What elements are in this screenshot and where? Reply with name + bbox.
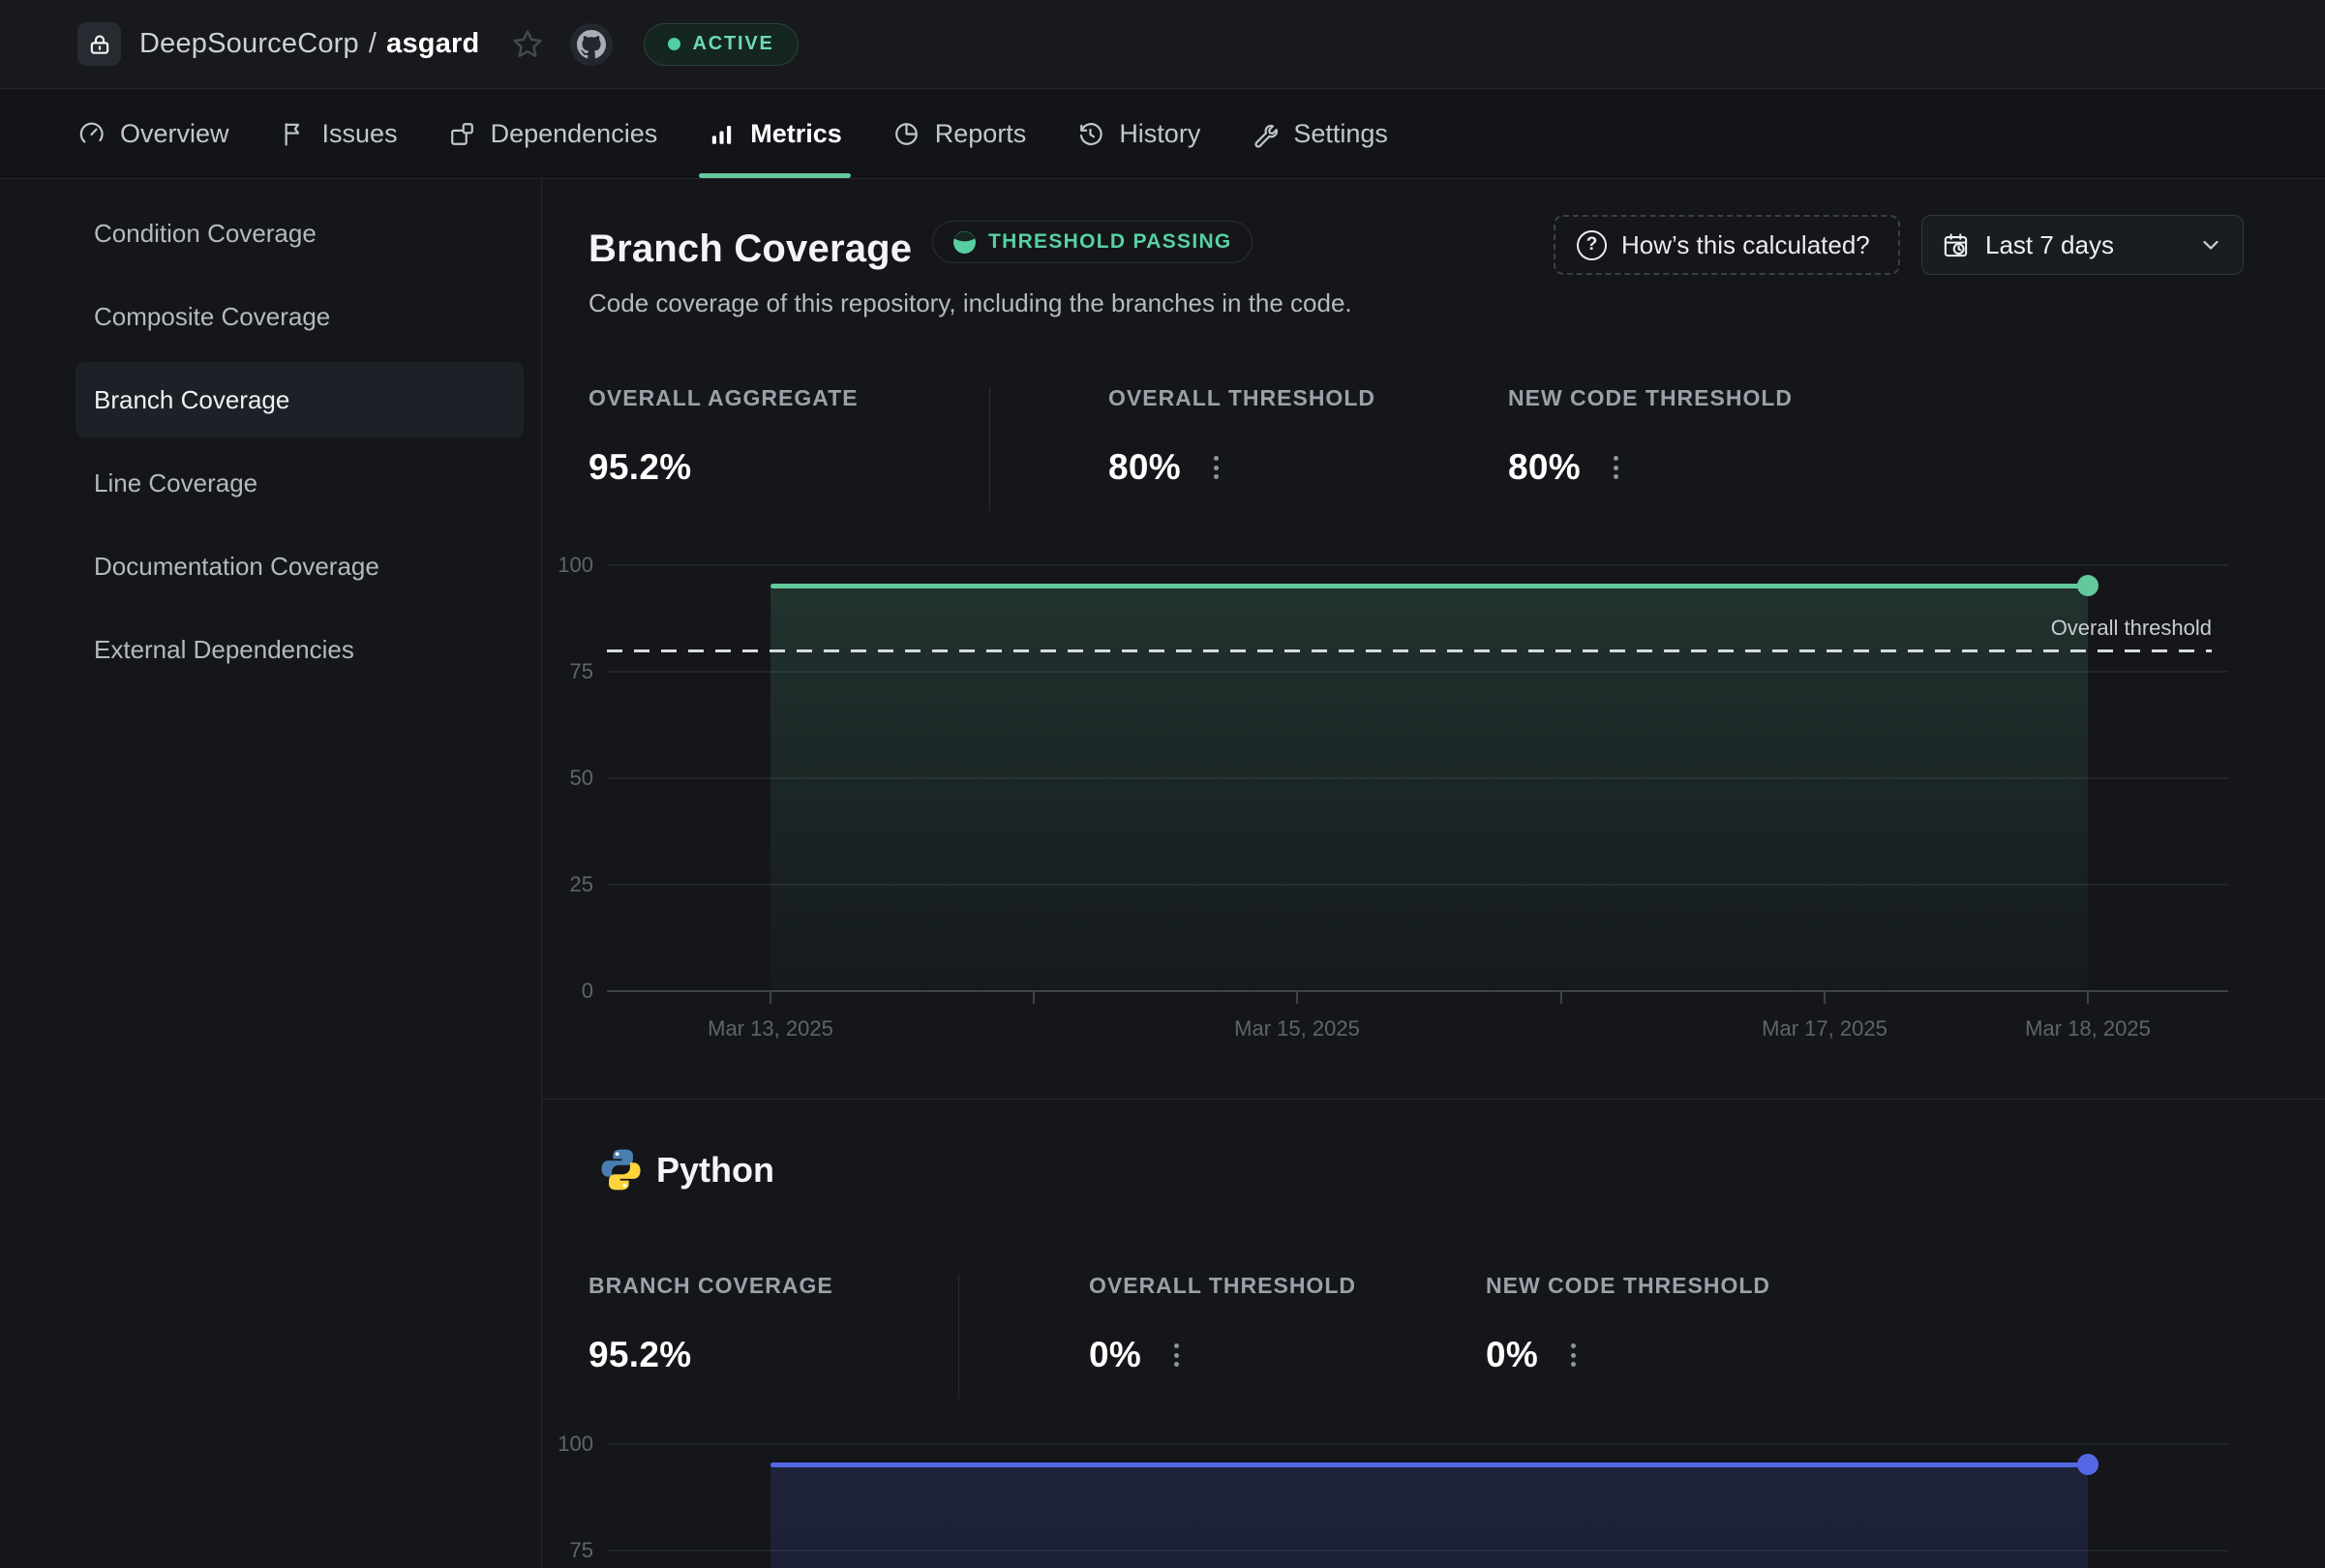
tab-label: Overview [120, 118, 229, 148]
stat-new-code-threshold: NEW CODE THRESHOLD 80% [1508, 385, 1793, 487]
stat-value: 0% [1089, 1335, 1142, 1374]
overall-threshold-menu-button[interactable] [1208, 450, 1224, 485]
github-icon [577, 29, 607, 58]
bar-chart-icon [712, 125, 732, 144]
sidebar-item-documentation-coverage[interactable]: Documentation Coverage [75, 528, 524, 604]
repo-breadcrumb: DeepSourceCorp / asgard [139, 28, 479, 60]
tab-label: History [1119, 118, 1201, 148]
gauge-level-icon [953, 230, 976, 254]
stat-value: 95.2% [589, 1335, 692, 1374]
lock-icon [90, 34, 108, 54]
tab-label: Metrics [750, 118, 842, 148]
python-new-code-threshold-menu-button[interactable] [1565, 1338, 1582, 1372]
tab-reports[interactable]: Reports [892, 89, 1027, 178]
packages-icon [450, 122, 473, 145]
python-overall-threshold-menu-button[interactable] [1168, 1338, 1185, 1372]
sidebar-item-label: Branch Coverage [94, 384, 290, 414]
tab-history[interactable]: History [1076, 89, 1200, 178]
stat-overall-aggregate: OVERALL AGGREGATE 95.2% [589, 385, 859, 487]
breadcrumb-separator: / [368, 28, 377, 59]
sidebar-item-composite-coverage[interactable]: Composite Coverage [75, 279, 524, 354]
stat-label: OVERALL THRESHOLD [1108, 385, 1375, 410]
stat-python-branch-coverage: BRANCH COVERAGE 95.2% [589, 1273, 833, 1374]
tab-label: Reports [934, 118, 1027, 148]
stat-label: NEW CODE THRESHOLD [1486, 1273, 1770, 1298]
star-repo-button[interactable] [510, 27, 545, 62]
date-range-dropdown[interactable]: Last 7 days [1921, 215, 2244, 275]
wrench-icon [1254, 124, 1279, 148]
tab-metrics[interactable]: Metrics [699, 89, 851, 178]
github-link-button[interactable] [570, 22, 614, 66]
chevron-down-icon [2203, 240, 2219, 250]
sidebar-item-label: Documentation Coverage [94, 551, 379, 581]
status-dot-icon [668, 38, 681, 50]
stat-overall-threshold: OVERALL THRESHOLD 80% [1108, 385, 1375, 487]
sidebar-item-label: Composite Coverage [94, 301, 331, 331]
stat-label: NEW CODE THRESHOLD [1508, 385, 1793, 410]
sidebar-item-label: External Dependencies [94, 634, 354, 664]
repo-header: DeepSourceCorp / asgard ACTIVE [0, 0, 2325, 89]
sidebar-item-external-dependencies[interactable]: External Dependencies [75, 612, 524, 687]
date-range-label: Last 7 days [1985, 229, 2114, 259]
language-section-title: Python [656, 1150, 774, 1190]
main-content: Branch Coverage THRESHOLD PASSING ? How’… [542, 179, 2325, 1568]
pie-chart-icon [894, 122, 918, 145]
flag-icon [285, 122, 299, 145]
threshold-status-badge: THRESHOLD PASSING [932, 221, 1253, 263]
tab-settings[interactable]: Settings [1251, 89, 1388, 178]
section-divider [542, 1099, 2325, 1100]
stat-divider [989, 387, 990, 511]
sidebar-item-label: Condition Coverage [94, 218, 317, 248]
stat-python-overall-threshold: OVERALL THRESHOLD 0% [1089, 1273, 1356, 1374]
repo-nav-tabs: Overview Issues Dependencies Metrics Rep… [0, 89, 2325, 179]
sidebar-item-label: Line Coverage [94, 467, 258, 498]
org-name: DeepSourceCorp [139, 28, 359, 59]
stat-divider [958, 1275, 959, 1399]
status-badge-label: ACTIVE [692, 33, 774, 54]
help-button-label: How’s this calculated? [1621, 229, 1870, 259]
python-logo [601, 1149, 641, 1191]
repo-status-badge: ACTIVE [644, 22, 799, 66]
sidebar-item-branch-coverage[interactable]: Branch Coverage [75, 362, 524, 437]
tab-issues[interactable]: Issues [280, 89, 398, 178]
deepsource-metrics-page: DeepSourceCorp / asgard ACTIVE Overview [0, 0, 2325, 1568]
stat-value: 80% [1108, 447, 1181, 487]
tab-dependencies[interactable]: Dependencies [448, 89, 658, 178]
sidebar-item-condition-coverage[interactable]: Condition Coverage [75, 196, 524, 271]
how-calculated-button[interactable]: ? How’s this calculated? [1554, 215, 1900, 275]
question-circle-icon: ? [1577, 229, 1607, 260]
stat-label: BRANCH COVERAGE [589, 1273, 833, 1298]
tab-label: Issues [321, 118, 398, 148]
tab-label: Settings [1293, 118, 1388, 148]
threshold-status-label: THRESHOLD PASSING [988, 230, 1232, 253]
repo-name: asgard [386, 28, 480, 59]
metric-description: Code coverage of this repository, includ… [589, 288, 1352, 317]
stat-label: OVERALL AGGREGATE [589, 385, 859, 410]
stat-label: OVERALL THRESHOLD [1089, 1273, 1356, 1298]
private-repo-lock-chip [77, 22, 121, 66]
tab-overview[interactable]: Overview [77, 89, 229, 178]
calendar-clock-icon [1944, 232, 1968, 256]
history-clock-icon [1080, 122, 1103, 145]
stat-value: 0% [1486, 1335, 1539, 1374]
stat-value: 95.2% [589, 447, 692, 487]
sidebar-item-line-coverage[interactable]: Line Coverage [75, 445, 524, 521]
stat-python-new-code-threshold: NEW CODE THRESHOLD 0% [1486, 1273, 1770, 1374]
metrics-sidebar: Condition Coverage Composite Coverage Br… [0, 179, 542, 1568]
speedometer-icon [79, 122, 104, 143]
page-title: Branch Coverage [589, 227, 913, 270]
tab-label: Dependencies [490, 118, 658, 148]
stat-value: 80% [1508, 447, 1581, 487]
new-code-threshold-menu-button[interactable] [1608, 450, 1624, 485]
star-icon [513, 29, 543, 57]
